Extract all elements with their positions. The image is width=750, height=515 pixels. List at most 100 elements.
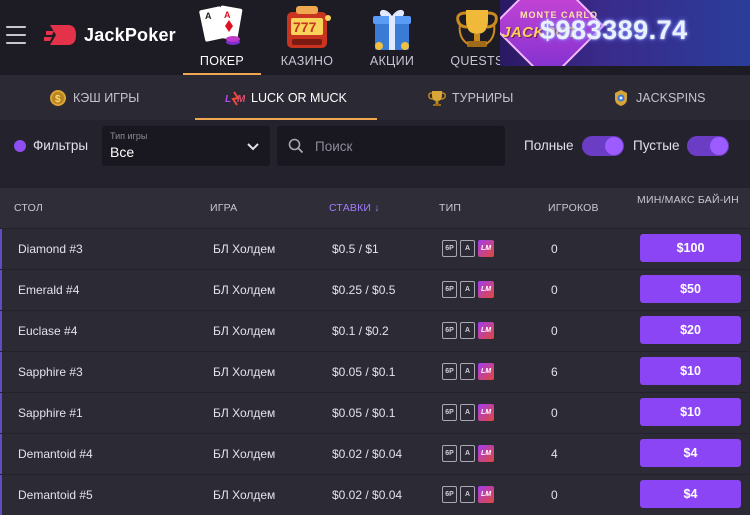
type-badges: 6P A LM [442,240,494,257]
filters-bar: Фильтры Тип игры Все Полные Пустые [0,120,750,178]
brand-name: JackPoker [84,24,176,45]
game-name: БЛ Холдем [213,324,276,338]
type-badges: 6P A LM [442,486,494,503]
header-game[interactable]: ИГРА [210,202,237,214]
gift-icon [373,9,411,50]
svg-text:M: M [237,94,245,105]
type-badges: 6P A LM [442,404,494,421]
luck-or-muck-badge-icon: LM [478,404,494,421]
chevron-down-icon [247,143,259,151]
table-row[interactable]: Emerald #4 БЛ Холдем $0.25 / $0.5 6P A LM 0 $50 [0,270,750,310]
nav-promotions[interactable]: АКЦИИ [353,0,431,75]
cards-icon: A A [199,5,243,45]
search-icon [288,138,304,154]
table-name: Diamond #3 [18,242,83,256]
header-players[interactable]: ИГРОКОВ [548,202,599,214]
game-type-caption: Тип игры [110,131,148,141]
buyin-button[interactable]: $20 [640,316,741,344]
card-icon: A [460,322,475,339]
filters-label: Фильтры [33,138,89,153]
filters-button[interactable]: Фильтры [14,138,88,153]
game-type-value: Все [110,144,135,160]
players-count: 0 [551,488,558,502]
buyin-button[interactable]: $4 [640,480,741,508]
stakes-value: $0.1 / $0.2 [332,324,389,338]
empty-tables-toggle[interactable] [687,136,729,156]
buyin-button[interactable]: $10 [640,398,741,426]
table-row[interactable]: Sapphire #1 БЛ Холдем $0.05 / $0.1 6P A LM 0 $1… [0,393,750,433]
luck-or-muck-badge-icon: LM [478,322,494,339]
jackspins-icon [615,89,627,106]
jackpot-banner[interactable]: MONTE CARLO JACKPOT $983389.74 [500,0,750,66]
six-max-icon: 6P [442,445,457,462]
card-icon: A [460,281,475,298]
players-count: 6 [551,365,558,379]
tab-jackspins[interactable]: JACKSPINS [612,75,705,120]
header-buyin[interactable]: МИН/МАКС БАЙ-ИН [634,194,742,206]
header-stakes[interactable]: СТАВКИ ↓ [329,202,380,214]
table-row[interactable]: Sapphire #3 БЛ Холдем $0.05 / $0.1 6P A LM 6 $1… [0,352,750,392]
table-name: Sapphire #3 [18,365,83,379]
game-type-select[interactable]: Тип игры Все [102,126,270,166]
luck-or-muck-icon: L M [225,90,245,106]
players-count: 0 [551,283,558,297]
table-name: Demantoid #5 [18,488,93,502]
stakes-value: $0.05 / $0.1 [332,365,396,379]
type-badges: 6P A LM [442,363,494,380]
search-input[interactable] [315,126,495,166]
full-tables-toggle[interactable] [582,136,624,156]
six-max-icon: 6P [442,363,457,380]
header-table[interactable]: СТОЛ [14,202,43,214]
filter-dot-icon [14,139,26,152]
search-box [277,126,505,166]
card-icon: A [460,445,475,462]
slot-machine-icon: 777 [287,6,331,48]
type-badges: 6P A LM [442,281,494,298]
type-badges: 6P A LM [442,445,494,462]
table-row[interactable]: Demantoid #5 БЛ Холдем $0.02 / $0.04 6P A LM 0… [0,475,750,515]
svg-text:A: A [224,10,231,20]
menu-icon[interactable] [6,26,26,44]
luck-or-muck-badge-icon: LM [478,363,494,380]
luck-or-muck-badge-icon: LM [478,445,494,462]
stakes-value: $0.25 / $0.5 [332,283,396,297]
header-type[interactable]: ТИП [439,202,461,214]
brand-logo[interactable]: JackPoker [44,22,176,48]
six-max-icon: 6P [442,240,457,257]
card-icon: A [460,486,475,503]
game-name: БЛ Холдем [213,447,276,461]
table-name: Demantoid #4 [18,447,93,461]
table-row[interactable]: Euclase #4 БЛ Холдем $0.1 / $0.2 6P A LM 0 $20 [0,311,750,351]
empty-tables-label: Пустые [633,138,680,153]
card-icon: A [460,240,475,257]
luck-or-muck-badge-icon: LM [478,486,494,503]
table-name: Sapphire #1 [18,406,83,420]
nav-casino[interactable]: 777 КАЗИНО [268,0,346,75]
buyin-button[interactable]: $10 [640,357,741,385]
buyin-button[interactable]: $50 [640,275,741,303]
buyin-button[interactable]: $4 [640,439,741,467]
buyin-button[interactable]: $100 [640,234,741,262]
nav-poker[interactable]: A A ПОКЕР [183,0,261,75]
stakes-value: $0.5 / $1 [332,242,379,256]
svg-text:$: $ [55,94,61,105]
table-row[interactable]: Diamond #3 БЛ Холдем $0.5 / $1 6P A LM 0 $100 [0,229,750,269]
table-row[interactable]: Demantoid #4 БЛ Холдем $0.02 / $0.04 6P A LM 4… [0,434,750,474]
svg-text:777: 777 [293,19,317,35]
jackpot-amount: $983389.74 [540,15,688,45]
tab-tournaments[interactable]: ТУРНИРЫ [428,75,513,120]
top-bar: JackPoker A A ПОКЕР 777 КАЗИНО АКЦИИ QUE… [0,0,750,75]
table-name: Euclase #4 [18,324,78,338]
trophy-icon [456,10,498,47]
tab-luck-or-muck[interactable]: L M LUCK OR MUCK [195,75,377,120]
type-badges: 6P A LM [442,322,494,339]
game-mode-tabs: $ КЭШ ИГРЫ L M LUCK OR MUCK ТУРНИРЫ JACK… [0,75,750,120]
game-name: БЛ Холдем [213,488,276,502]
cup-icon [428,90,446,106]
stakes-value: $0.05 / $0.1 [332,406,396,420]
tab-cash-games[interactable]: $ КЭШ ИГРЫ [49,75,139,120]
six-max-icon: 6P [442,404,457,421]
players-count: 4 [551,447,558,461]
jackpoker-logo-icon [44,25,76,45]
svg-text:A: A [205,11,212,21]
